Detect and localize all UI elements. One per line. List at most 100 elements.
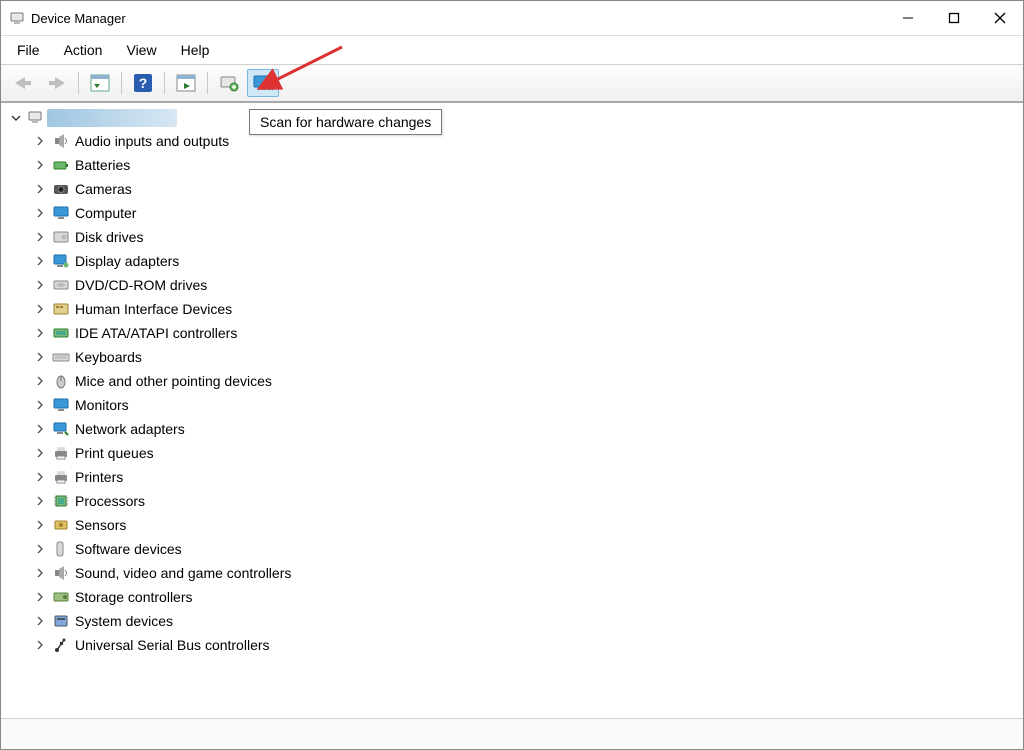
monitor-icon <box>51 203 71 223</box>
storage-icon <box>51 587 71 607</box>
tree-node[interactable]: Computer <box>7 201 1015 225</box>
tree-node[interactable]: Software devices <box>7 537 1015 561</box>
minimize-button[interactable] <box>885 1 931 35</box>
chevron-right-icon[interactable] <box>31 516 49 534</box>
show-hide-console-tree-button[interactable] <box>84 69 116 97</box>
toolbar: ? <box>1 65 1023 103</box>
chevron-down-icon[interactable] <box>7 109 25 127</box>
tree-root-row[interactable] <box>7 107 1015 129</box>
chevron-right-icon[interactable] <box>31 228 49 246</box>
device-tree[interactable]: Audio inputs and outputs Batteries Cameras… <box>1 101 1023 711</box>
chevron-right-icon[interactable] <box>31 324 49 342</box>
disk-icon <box>51 227 71 247</box>
update-driver-button[interactable] <box>213 69 245 97</box>
display-adapter-icon <box>51 251 71 271</box>
chevron-right-icon[interactable] <box>31 636 49 654</box>
monitor-icon <box>51 395 71 415</box>
tree-node-label: Processors <box>75 493 145 509</box>
chevron-right-icon[interactable] <box>31 372 49 390</box>
sensor-icon <box>51 515 71 535</box>
tree-node[interactable]: Mice and other pointing devices <box>7 369 1015 393</box>
statusbar <box>1 718 1023 749</box>
tree-node[interactable]: IDE ATA/ATAPI controllers <box>7 321 1015 345</box>
forward-button[interactable] <box>41 69 73 97</box>
keyboard-icon <box>51 347 71 367</box>
chevron-right-icon[interactable] <box>31 300 49 318</box>
tree-node-label: Batteries <box>75 157 130 173</box>
chevron-right-icon[interactable] <box>31 420 49 438</box>
tree-node[interactable]: Disk drives <box>7 225 1015 249</box>
chevron-right-icon[interactable] <box>31 348 49 366</box>
tree-node-label: Sound, video and game controllers <box>75 565 291 581</box>
window-controls <box>885 1 1023 35</box>
mouse-icon <box>51 371 71 391</box>
chevron-right-icon[interactable] <box>31 612 49 630</box>
chevron-right-icon[interactable] <box>31 444 49 462</box>
computer-root-icon <box>27 109 43 128</box>
chevron-right-icon[interactable] <box>31 156 49 174</box>
tree-node-label: Network adapters <box>75 421 185 437</box>
tree-node-label: Mice and other pointing devices <box>75 373 272 389</box>
titlebar: Device Manager <box>1 1 1023 36</box>
chevron-right-icon[interactable] <box>31 204 49 222</box>
tree-node-label: IDE ATA/ATAPI controllers <box>75 325 237 341</box>
device-manager-icon <box>9 10 25 26</box>
tree-node-label: System devices <box>75 613 173 629</box>
chevron-right-icon[interactable] <box>31 396 49 414</box>
network-icon <box>51 419 71 439</box>
chevron-right-icon[interactable] <box>31 276 49 294</box>
ide-icon <box>51 323 71 343</box>
tree-node[interactable]: DVD/CD-ROM drives <box>7 273 1015 297</box>
tree-node[interactable]: Display adapters <box>7 249 1015 273</box>
tree-node-label: Storage controllers <box>75 589 193 605</box>
tree-node[interactable]: Print queues <box>7 441 1015 465</box>
maximize-button[interactable] <box>931 1 977 35</box>
tree-node[interactable]: Human Interface Devices <box>7 297 1015 321</box>
tree-node-label: Computer <box>75 205 136 221</box>
tree-node[interactable]: Audio inputs and outputs <box>7 129 1015 153</box>
tree-node[interactable]: System devices <box>7 609 1015 633</box>
scan-hardware-changes-button[interactable] <box>247 69 279 97</box>
menu-action[interactable]: Action <box>54 40 113 60</box>
computer-name-redacted[interactable] <box>47 109 177 127</box>
chevron-right-icon[interactable] <box>31 252 49 270</box>
menu-view[interactable]: View <box>116 40 166 60</box>
chevron-right-icon[interactable] <box>31 540 49 558</box>
menu-help[interactable]: Help <box>171 40 220 60</box>
speaker-icon <box>51 563 71 583</box>
cpu-icon <box>51 491 71 511</box>
tree-node[interactable]: Network adapters <box>7 417 1015 441</box>
properties-button[interactable] <box>170 69 202 97</box>
tree-node[interactable]: Sensors <box>7 513 1015 537</box>
tree-node[interactable]: Printers <box>7 465 1015 489</box>
tree-node-label: Keyboards <box>75 349 142 365</box>
optical-icon <box>51 275 71 295</box>
tree-node[interactable]: Universal Serial Bus controllers <box>7 633 1015 657</box>
printer-icon <box>51 467 71 487</box>
tooltip: Scan for hardware changes <box>249 109 442 135</box>
tree-node[interactable]: Batteries <box>7 153 1015 177</box>
camera-icon <box>51 179 71 199</box>
printer-icon <box>51 443 71 463</box>
tree-node[interactable]: Storage controllers <box>7 585 1015 609</box>
tree-node[interactable]: Monitors <box>7 393 1015 417</box>
tree-node[interactable]: Cameras <box>7 177 1015 201</box>
chevron-right-icon[interactable] <box>31 132 49 150</box>
chevron-right-icon[interactable] <box>31 492 49 510</box>
menubar: File Action View Help <box>1 36 1023 65</box>
chevron-right-icon[interactable] <box>31 180 49 198</box>
help-button[interactable]: ? <box>127 69 159 97</box>
battery-icon <box>51 155 71 175</box>
software-icon <box>51 539 71 559</box>
tree-node[interactable]: Processors <box>7 489 1015 513</box>
tree-node[interactable]: Sound, video and game controllers <box>7 561 1015 585</box>
menu-file[interactable]: File <box>7 40 50 60</box>
tree-node-label: Printers <box>75 469 123 485</box>
tree-node-label: Display adapters <box>75 253 179 269</box>
chevron-right-icon[interactable] <box>31 564 49 582</box>
chevron-right-icon[interactable] <box>31 468 49 486</box>
back-button[interactable] <box>7 69 39 97</box>
chevron-right-icon[interactable] <box>31 588 49 606</box>
close-button[interactable] <box>977 1 1023 35</box>
tree-node[interactable]: Keyboards <box>7 345 1015 369</box>
